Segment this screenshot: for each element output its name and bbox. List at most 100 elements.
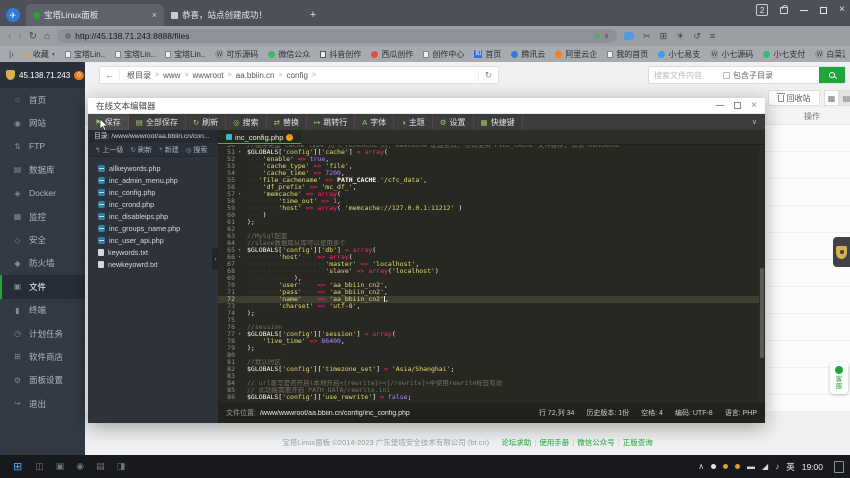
- battery-icon[interactable]: ▬: [747, 462, 755, 471]
- sidebar-item-监控[interactable]: ▦监控: [0, 205, 85, 228]
- breadcrumb-segment[interactable]: aa.bbiin.cn: [236, 71, 275, 80]
- taskbar-app-icon[interactable]: ◉: [70, 461, 90, 472]
- code-line[interactable]: 84// url重写是否开启(本地开启<{rewrite}><{/rewrite…: [218, 380, 765, 387]
- code-line[interactable]: 82$GLOBALS['config']['timezone_set'] = '…: [218, 366, 765, 373]
- bookmark-item[interactable]: 创作中心: [418, 49, 469, 60]
- minimize-button[interactable]: [800, 10, 808, 11]
- sidebar-item-FTP[interactable]: ⇅FTP: [0, 135, 85, 158]
- input-language-indicator[interactable]: 英: [786, 461, 795, 473]
- code-line[interactable]: 71········'pass'····=> 'aa_bbiin_cn2',: [218, 289, 765, 296]
- code-line[interactable]: 51▾$GLOBALS['config']['cache'] = array(: [218, 149, 765, 156]
- app-tray-icon[interactable]: [735, 464, 740, 469]
- code-line[interactable]: 74);: [218, 310, 765, 317]
- editor-toolbar-字体[interactable]: A字体: [355, 114, 394, 130]
- code-line[interactable]: 72········'name'····=> 'aa_bbiin_cn2',: [218, 296, 765, 303]
- breadcrumb-segment[interactable]: www: [163, 71, 180, 80]
- code-line[interactable]: 69············),: [218, 275, 765, 282]
- code-line[interactable]: 78····'live_time' => 86400,: [218, 338, 765, 345]
- code-line[interactable]: 64//slave数据库从库可以使用多个: [218, 240, 765, 247]
- code-line[interactable]: 66▾········'host'····=> array(: [218, 254, 765, 261]
- bookmark-item[interactable]: 知首页: [469, 49, 506, 60]
- browser-toolbar-icon[interactable]: ✂: [643, 31, 651, 42]
- fold-arrow-icon[interactable]: ▾: [238, 149, 241, 156]
- code-line[interactable]: 59········'host' => array( 'memcache://1…: [218, 205, 765, 212]
- customer-service-button[interactable]: 客服: [830, 362, 848, 394]
- code-line[interactable]: 55···'file_cachename' => PATH_CACHE.'/cf…: [218, 177, 765, 184]
- editor-file-tab[interactable]: inc_config.php !: [218, 130, 301, 144]
- refresh-icon[interactable]: ↻: [478, 70, 498, 81]
- editor-toolbar-跳转行[interactable]: ↦跳转行: [307, 114, 355, 130]
- editor-scrollbar[interactable]: [759, 145, 765, 403]
- code-line[interactable]: 57▾····'memcache' => array(: [218, 191, 765, 198]
- file-action-新建[interactable]: +新建: [156, 145, 182, 155]
- fold-arrow-icon[interactable]: ▾: [238, 254, 241, 261]
- sidebar-item-面板设置[interactable]: ⚙面板设置: [0, 369, 85, 392]
- include-subdir-checkbox[interactable]: [723, 72, 730, 79]
- bookmark-item[interactable]: 微信公众: [263, 49, 315, 60]
- browser-toolbar-icon[interactable]: ↺: [693, 31, 701, 42]
- breadcrumb-segment[interactable]: wwwroot: [193, 71, 224, 80]
- sidebar-item-Docker[interactable]: ◈Docker: [0, 182, 85, 205]
- file-action-上一级[interactable]: ↰上一级: [92, 145, 126, 155]
- fold-arrow-icon[interactable]: ▾: [238, 247, 241, 254]
- back-arrow-icon[interactable]: ←: [100, 70, 120, 80]
- editor-file-item[interactable]: inc_config.php: [88, 186, 218, 198]
- bookmark-item[interactable]: 西瓜创作: [366, 49, 418, 60]
- notification-center-icon[interactable]: [834, 461, 844, 473]
- sidebar-item-数据库[interactable]: ▤数据库: [0, 158, 85, 181]
- bookmark-item[interactable]: 小七易支: [653, 49, 705, 60]
- editor-close-icon[interactable]: ×: [751, 100, 757, 111]
- bookmark-item[interactable]: Ⓦ可乐源码: [210, 49, 263, 60]
- sidebar-item-防火墙[interactable]: ◆防火墙: [0, 252, 85, 275]
- footer-link[interactable]: 使用手册: [539, 438, 569, 447]
- clock[interactable]: 19:00: [802, 462, 823, 472]
- browser-toolbar-icon[interactable]: ☀: [676, 31, 684, 42]
- bookmark-item[interactable]: 宝塔Lin..: [160, 49, 210, 60]
- breadcrumb-segment[interactable]: 根目录: [127, 70, 151, 81]
- editor-file-item[interactable]: inc_groups_name.php: [88, 222, 218, 234]
- editor-toolbar-刷新[interactable]: ↻刷新: [186, 114, 226, 130]
- code-line[interactable]: 62: [218, 226, 765, 233]
- shopping-bag-icon[interactable]: [780, 7, 788, 14]
- editor-toolbar-全部保存[interactable]: ▤全部保存: [129, 114, 186, 130]
- code-line[interactable]: 61);: [218, 219, 765, 226]
- bookmark-item[interactable]: ★收藏▾: [18, 49, 60, 60]
- file-action-搜索[interactable]: ◎搜索: [183, 145, 211, 155]
- taskbar-app-icon[interactable]: ▤: [90, 461, 111, 472]
- back-button[interactable]: ‹: [8, 31, 11, 42]
- editor-file-item[interactable]: inc_disableips.php: [88, 210, 218, 222]
- footer-link[interactable]: 正版查询: [623, 438, 653, 447]
- bt-float-logo[interactable]: [833, 237, 850, 267]
- code-line[interactable]: 79);: [218, 345, 765, 352]
- editor-toolbar-搜索[interactable]: ◎搜索: [226, 114, 267, 130]
- close-button[interactable]: ×: [839, 6, 845, 14]
- code-line[interactable]: 81//默认时区: [218, 359, 765, 366]
- network-icon[interactable]: ◢: [762, 462, 768, 471]
- editor-toolbar-设置[interactable]: ⚙设置: [433, 114, 474, 130]
- bookmark-item[interactable]: 宝塔Lin..: [110, 49, 160, 60]
- code-line[interactable]: 67····················'master' => 'local…: [218, 261, 765, 268]
- tab-close-icon[interactable]: ×: [152, 10, 157, 20]
- editor-toolbar-替换[interactable]: ⇄替换: [267, 114, 307, 130]
- code-line[interactable]: 76//session: [218, 324, 765, 331]
- browser-toolbar-icon[interactable]: ≡: [710, 31, 715, 42]
- maximize-button[interactable]: [820, 7, 827, 14]
- editor-file-item[interactable]: newkeyowrd.txt: [88, 258, 218, 270]
- message-badge[interactable]: 0: [74, 71, 84, 80]
- recycle-bin-button[interactable]: 回收站: [768, 90, 820, 106]
- footer-link[interactable]: 论坛求助: [501, 438, 531, 447]
- code-line[interactable]: 75: [218, 317, 765, 324]
- code-line[interactable]: 54····'cache_time' => 7200,: [218, 170, 765, 177]
- tab-count-badge[interactable]: 2: [756, 4, 768, 16]
- code-line[interactable]: 73········'charset' => 'utf-8',: [218, 303, 765, 310]
- file-action-刷新[interactable]: ↻刷新: [127, 145, 154, 155]
- view-toggle-icon[interactable]: ▦: [824, 90, 839, 106]
- url-field[interactable]: http://45.138.71.243:8888/files ∨: [57, 29, 617, 43]
- editor-fullscreen-icon[interactable]: [734, 102, 741, 109]
- code-editor[interactable]: 50//缓存类型 cache_type 为 C_MEMCACHE 时, memc…: [218, 145, 765, 403]
- taskbar-app-icon[interactable]: ◫: [29, 461, 50, 472]
- search-input[interactable]: [649, 71, 723, 80]
- sidebar-item-首页[interactable]: ⌂首页: [0, 88, 85, 111]
- sidebar-item-退出[interactable]: ↪退出: [0, 392, 85, 415]
- editor-file-item[interactable]: inc_admin_menu.php: [88, 174, 218, 186]
